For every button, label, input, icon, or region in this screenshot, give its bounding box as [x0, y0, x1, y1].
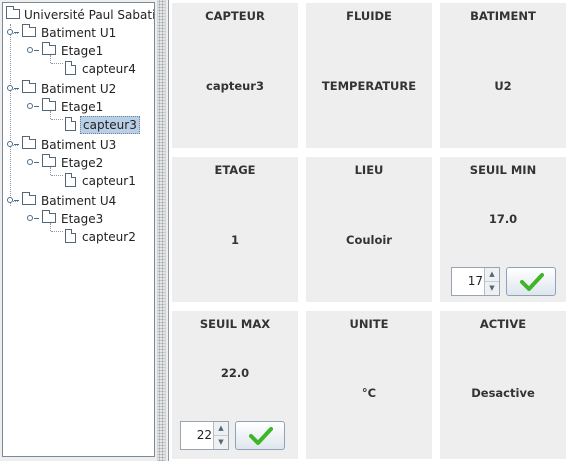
seuil-max-confirm-button[interactable] [235, 421, 285, 450]
sensor-tree[interactable]: Université Paul Sabatier Batiment U1 Eta… [2, 2, 155, 457]
expand-handle-icon[interactable] [27, 47, 39, 53]
tree-node-label: Etage3 [61, 212, 104, 226]
value-seuil-max: 22.0 [220, 366, 250, 380]
header-batiment: BATIMENT [470, 9, 536, 23]
tree-node-capteur1[interactable]: capteur1 [3, 172, 154, 190]
tree-node-batiment-u1[interactable]: Batiment U1 [3, 24, 154, 42]
tree-node-etage1[interactable]: Etage1 [3, 42, 154, 60]
tree-node-label-selected: capteur3 [80, 116, 140, 134]
folder-icon [42, 42, 56, 55]
tree-node-label: capteur2 [82, 230, 136, 244]
tree-node-etage2[interactable]: Etage2 [3, 154, 154, 172]
value-etage: 1 [230, 233, 239, 247]
tree-node-label: capteur1 [82, 174, 136, 188]
expand-handle-icon[interactable] [7, 85, 19, 91]
tree-node-label: Etage2 [61, 156, 104, 170]
tree-node-label: Etage1 [61, 100, 104, 114]
value-unite: °C [361, 386, 377, 400]
file-icon [65, 173, 76, 187]
tree-node-etage3[interactable]: Etage3 [3, 210, 154, 228]
tree-node-label: Batiment U2 [41, 82, 117, 96]
file-icon [65, 117, 76, 131]
tree-node-label: Batiment U3 [41, 138, 117, 152]
header-lieu: LIEU [354, 163, 384, 177]
tree-node-etage1[interactable]: Etage1 [3, 98, 154, 116]
file-icon [65, 61, 76, 75]
cell-active: ACTIVE Desactive [440, 311, 566, 459]
seuil-min-spinner-value[interactable]: 17 [468, 268, 483, 295]
tree-node-capteur3[interactable]: capteur3 [3, 116, 154, 134]
tree-node-batiment-u4[interactable]: Batiment U4 [3, 192, 154, 210]
value-seuil-min: 17.0 [488, 212, 518, 226]
seuil-min-spinner[interactable]: 17 ▲ ▼ [451, 267, 500, 296]
expand-handle-icon[interactable] [27, 103, 39, 109]
folder-icon [22, 80, 36, 93]
expand-handle-icon[interactable] [7, 197, 19, 203]
header-unite: UNITE [349, 317, 389, 331]
folder-icon [6, 6, 20, 19]
header-active: ACTIVE [479, 317, 527, 331]
tree-node-batiment-u3[interactable]: Batiment U3 [3, 136, 154, 154]
header-seuil-min: SEUIL MIN [469, 163, 537, 177]
tree-root-label: Université Paul Sabatier [24, 8, 155, 22]
header-seuil-max: SEUIL MAX [199, 317, 271, 331]
arrow-down-icon[interactable]: ▼ [485, 282, 499, 295]
header-fluide: FLUIDE [346, 9, 392, 23]
file-icon [65, 229, 76, 243]
sensor-details-grid: CAPTEUR capteur3 FLUIDE TEMPERATURE BATI… [168, 0, 569, 461]
checkmark-icon [520, 273, 544, 291]
cell-fluide: FLUIDE TEMPERATURE [306, 3, 432, 148]
header-capteur: CAPTEUR [205, 9, 265, 23]
spinner-arrows: ▲ ▼ [213, 422, 228, 449]
seuil-min-confirm-button[interactable] [506, 267, 556, 296]
folder-icon [22, 136, 36, 149]
tree-node-label: Batiment U1 [41, 26, 117, 40]
folder-icon [42, 154, 56, 167]
value-fluide: TEMPERATURE [321, 79, 417, 93]
value-active: Desactive [471, 386, 535, 400]
tree-node-capteur2[interactable]: capteur2 [3, 228, 154, 246]
tree-root[interactable]: Université Paul Sabatier [3, 6, 155, 24]
cell-unite: UNITE °C [306, 311, 432, 459]
value-lieu: Couloir [346, 233, 392, 247]
cell-seuil-min: SEUIL MIN 17.0 17 ▲ ▼ [440, 157, 566, 302]
folder-icon [22, 24, 36, 37]
arrow-up-icon[interactable]: ▲ [214, 422, 228, 436]
split-pane-divider[interactable] [157, 0, 166, 461]
arrow-down-icon[interactable]: ▼ [214, 436, 228, 449]
tree-node-label: Etage1 [61, 44, 104, 58]
seuil-max-spinner-value[interactable]: 22 [197, 422, 212, 449]
header-etage: ETAGE [214, 163, 256, 177]
cell-lieu: LIEU Couloir [306, 157, 432, 302]
expand-handle-icon[interactable] [7, 141, 19, 147]
arrow-up-icon[interactable]: ▲ [485, 268, 499, 282]
expand-handle-icon[interactable] [27, 159, 39, 165]
expand-handle-icon[interactable] [7, 29, 19, 35]
expand-handle-icon[interactable] [27, 215, 39, 221]
tree-node-batiment-u2[interactable]: Batiment U2 [3, 80, 154, 98]
folder-icon [42, 98, 56, 111]
tree-node-label: capteur4 [82, 62, 136, 76]
value-batiment: U2 [494, 79, 512, 93]
spinner-arrows: ▲ ▼ [484, 268, 499, 295]
cell-batiment: BATIMENT U2 [440, 3, 566, 148]
cell-etage: ETAGE 1 [172, 157, 298, 302]
seuil-max-spinner[interactable]: 22 ▲ ▼ [180, 421, 229, 450]
tree-node-label: Batiment U4 [41, 194, 117, 208]
tree-node-capteur4[interactable]: capteur4 [3, 60, 154, 78]
folder-icon [42, 210, 56, 223]
folder-icon [22, 192, 36, 205]
cell-capteur: CAPTEUR capteur3 [172, 3, 298, 148]
cell-seuil-max: SEUIL MAX 22.0 22 ▲ ▼ [172, 311, 298, 459]
value-capteur: capteur3 [206, 79, 264, 93]
checkmark-icon [249, 427, 273, 445]
